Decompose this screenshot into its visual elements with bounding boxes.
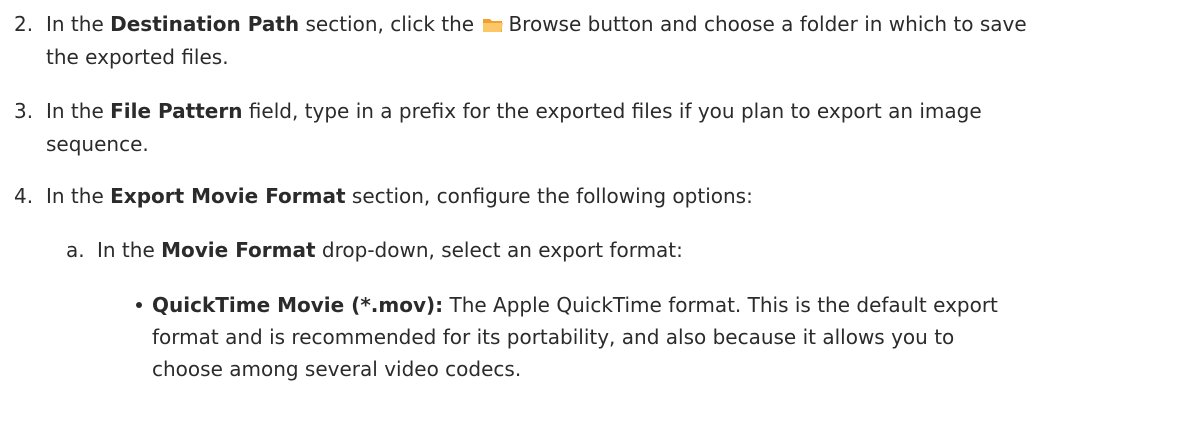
ui-term-export-movie-format: Export Movie Format — [110, 184, 346, 208]
ui-term-movie-format: Movie Format — [161, 238, 316, 262]
substep-text: In the Movie Format drop-down, select an… — [97, 238, 683, 262]
ui-term-file-pattern: File Pattern — [110, 99, 243, 123]
step-text: In the Destination Path section, click t… — [46, 12, 1027, 69]
bullet-text: QuickTime Movie (*.mov): The Apple Quick… — [152, 293, 998, 381]
bullet-dot — [136, 302, 142, 308]
substep-letter: a. — [66, 238, 85, 262]
step-3: 3. In the File Pattern field, type in a … — [14, 95, 1194, 161]
step-number: 2. — [14, 12, 34, 36]
step-text: In the File Pattern field, type in a pre… — [46, 99, 982, 156]
step-4: 4. In the Export Movie Format section, c… — [14, 180, 1194, 213]
step-2: 2. In the Destination Path section, clic… — [14, 8, 1194, 74]
bullet-quicktime: QuickTime Movie (*.mov): The Apple Quick… — [136, 289, 1146, 385]
step-text: In the Export Movie Format section, conf… — [46, 184, 753, 208]
ui-term-quicktime-movie: QuickTime Movie (*.mov): — [152, 293, 444, 317]
step-number: 3. — [14, 99, 34, 123]
document-content: 2. In the Destination Path section, clic… — [0, 0, 1200, 441]
substep-a: a. In the Movie Format drop-down, select… — [66, 234, 1186, 267]
step-number: 4. — [14, 184, 34, 208]
ui-term-destination-path: Destination Path — [110, 12, 300, 36]
folder-icon — [483, 19, 504, 32]
